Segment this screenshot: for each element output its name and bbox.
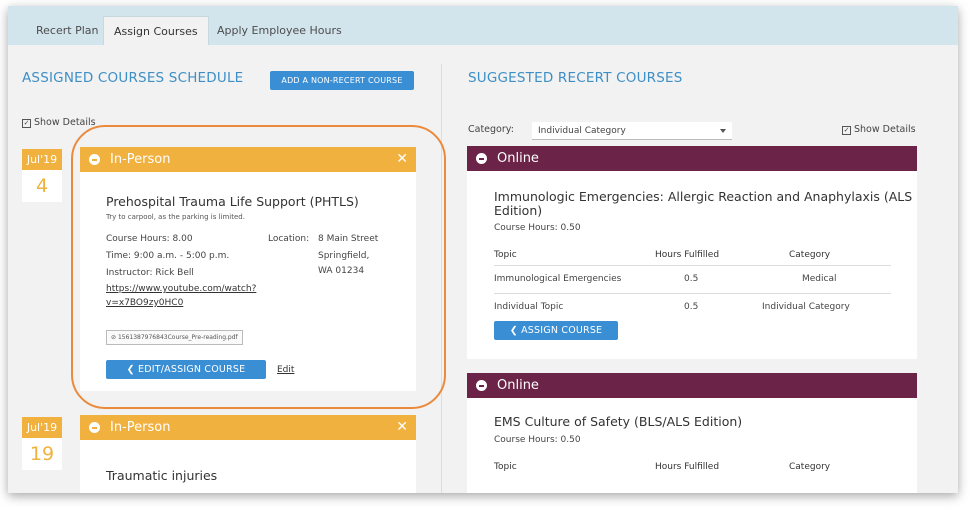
show-details-toggle-right[interactable]: ✓ Show Details (842, 124, 916, 135)
date-month: Jul'19 (22, 149, 62, 170)
col-topic: Topic (494, 250, 517, 260)
col-hours-fulfilled: Hours Fulfilled (655, 250, 720, 260)
col-category: Category (789, 250, 831, 260)
chevron-left-icon: ❮ (509, 325, 522, 336)
course-title: EMS Culture of Safety (BLS/ALS Edition) (494, 414, 743, 429)
course-title: Traumatic injuries (106, 468, 218, 483)
row-hours: 0.5 (684, 274, 699, 284)
suggested-course-card: Online EMS Culture of Safety (BLS/ALS Ed… (467, 373, 917, 493)
assign-course-button[interactable]: ❮ ASSIGN COURSE (494, 321, 618, 340)
course-hours: Course Hours: 0.50 (494, 435, 581, 445)
category-value: Individual Category (538, 126, 626, 136)
course-title-cont: Edition) (494, 203, 543, 218)
tab-recert-plan[interactable]: Recert Plan (26, 16, 108, 45)
category-label: Category: (468, 124, 514, 135)
date-day: 19 (29, 443, 55, 465)
app-window: Recert Plan Assign Courses Apply Employe… (8, 6, 958, 493)
chevron-down-icon (720, 129, 726, 133)
course-card-header: In-Person ✕ (80, 415, 416, 440)
table-divider (494, 265, 891, 266)
date-month: Jul'19 (22, 417, 62, 438)
highlight-annotation (71, 125, 446, 409)
show-details-label: Show Details (854, 124, 916, 135)
col-hours-fulfilled: Hours Fulfilled (655, 462, 720, 472)
checkbox-icon[interactable]: ✓ (842, 126, 851, 135)
show-details-toggle-left[interactable]: ✓ Show Details (22, 117, 96, 128)
assigned-course-card: In-Person ✕ Traumatic injuries (80, 415, 416, 493)
checkbox-icon[interactable]: ✓ (22, 119, 31, 128)
assign-course-label: ASSIGN COURSE (521, 325, 603, 336)
row-category: Individual Category (762, 302, 850, 312)
table-divider (494, 293, 891, 294)
tab-assign-courses[interactable]: Assign Courses (103, 16, 209, 45)
course-type: Online (497, 378, 539, 393)
col-category: Category (789, 462, 831, 472)
add-non-recert-course-button[interactable]: ADD A NON-RECERT COURSE (270, 71, 414, 90)
course-hours: Course Hours: 0.50 (494, 223, 581, 233)
row-category: Medical (802, 274, 837, 284)
assigned-courses-title: ASSIGNED COURSES SCHEDULE (22, 70, 244, 86)
collapse-icon[interactable] (89, 422, 100, 433)
suggested-courses-title: SUGGESTED RECERT COURSES (468, 70, 683, 86)
tab-bar: Recert Plan Assign Courses Apply Employe… (8, 6, 958, 45)
date-badge: Jul'19 4 (22, 149, 62, 202)
row-hours: 0.5 (684, 302, 699, 312)
collapse-icon[interactable] (476, 153, 487, 164)
course-type: In-Person (110, 420, 171, 435)
category-select[interactable]: Individual Category (532, 122, 732, 140)
date-day: 4 (35, 175, 49, 197)
show-details-label: Show Details (34, 117, 96, 128)
collapse-icon[interactable] (476, 380, 487, 391)
suggested-course-card: Online Immunologic Emergencies: Allergic… (467, 146, 917, 359)
course-title: Immunologic Emergencies: Allergic Reacti… (494, 189, 913, 204)
col-topic: Topic (494, 462, 517, 472)
close-icon[interactable]: ✕ (396, 415, 408, 440)
course-card-header: Online (467, 373, 917, 398)
row-topic: Immunological Emergencies (494, 274, 622, 284)
row-topic: Individual Topic (494, 302, 564, 312)
course-type: Online (497, 151, 539, 166)
date-badge: Jul'19 19 (22, 417, 62, 470)
tab-apply-employee-hours[interactable]: Apply Employee Hours (207, 16, 352, 45)
course-card-header: Online (467, 146, 917, 171)
